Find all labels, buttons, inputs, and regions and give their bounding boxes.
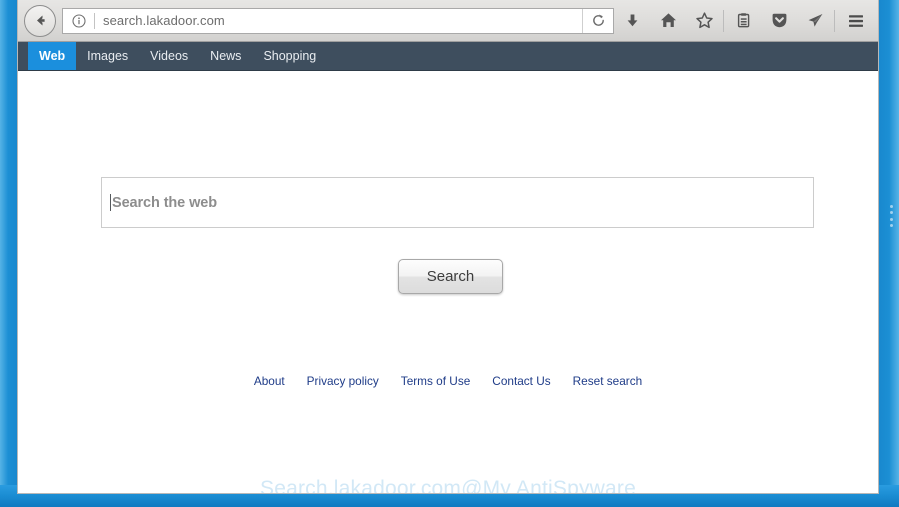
toolbar-separator [723, 9, 724, 32]
url-bar[interactable]: search.lakadoor.com [62, 7, 614, 34]
nav-item-web[interactable]: Web [28, 42, 77, 70]
footer-link-about[interactable]: About [254, 374, 285, 388]
window-frame-left-edge[interactable] [0, 0, 18, 507]
browser-window: search.lakadoor.com Web Images Videos Ne… [17, 0, 879, 494]
bookmark-star-icon[interactable] [686, 1, 722, 41]
reload-icon [592, 14, 604, 26]
footer-link-terms-of-use[interactable]: Terms of Use [401, 374, 471, 388]
back-button[interactable] [24, 4, 56, 37]
window-resize-grip[interactable] [890, 205, 893, 227]
toolbar-separator [834, 9, 835, 32]
footer-link-reset-search[interactable]: Reset search [573, 374, 643, 388]
search-input[interactable]: Search the web [101, 177, 814, 228]
text-caret [110, 194, 111, 211]
page-content: Search the web Search About Privacy poli… [18, 71, 878, 493]
info-circle-icon[interactable] [71, 13, 87, 29]
home-icon[interactable] [650, 1, 686, 41]
downloads-icon[interactable] [614, 1, 650, 41]
nav-item-news[interactable]: News [199, 42, 252, 70]
search-input-placeholder: Search the web [112, 194, 217, 211]
nav-item-videos[interactable]: Videos [139, 42, 199, 70]
pocket-icon[interactable] [761, 1, 797, 41]
url-divider [94, 12, 95, 29]
nav-item-shopping[interactable]: Shopping [252, 42, 327, 70]
nav-item-images[interactable]: Images [76, 42, 139, 70]
footer-links: About Privacy policy Terms of Use Contac… [18, 374, 878, 388]
url-text[interactable]: search.lakadoor.com [103, 13, 582, 28]
send-icon[interactable] [797, 1, 833, 41]
reload-button[interactable] [582, 8, 613, 33]
search-button[interactable]: Search [398, 259, 503, 294]
back-arrow-icon [36, 15, 45, 26]
footer-link-privacy-policy[interactable]: Privacy policy [307, 374, 379, 388]
reading-list-icon[interactable] [725, 1, 761, 41]
hamburger-menu-icon[interactable] [836, 1, 876, 41]
site-category-nav: Web Images Videos News Shopping [18, 42, 878, 71]
toolbar-icon-group [614, 0, 878, 41]
watermark-text: Search.lakadoor.com@My AntiSpyware [260, 477, 636, 493]
window-frame: search.lakadoor.com Web Images Videos Ne… [0, 0, 899, 507]
browser-toolbar: search.lakadoor.com [18, 0, 878, 42]
window-frame-right-edge[interactable] [877, 0, 899, 507]
footer-link-contact-us[interactable]: Contact Us [492, 374, 550, 388]
